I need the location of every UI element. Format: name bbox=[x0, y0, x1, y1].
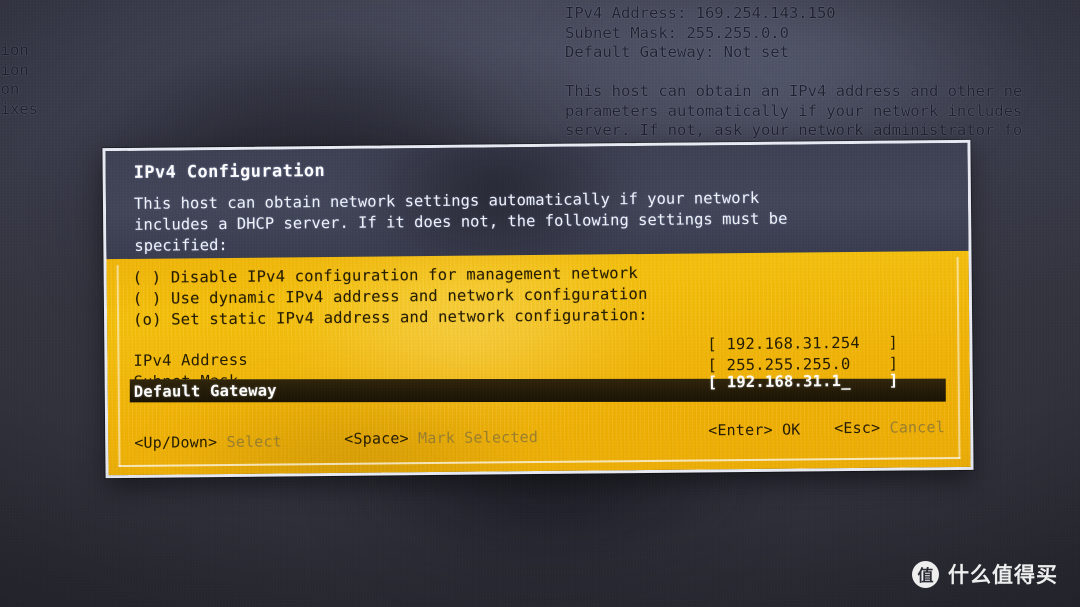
monitor-screenshot: 1) ation ation tion ffixes IPv4 Address:… bbox=[0, 0, 1080, 607]
body-inner-border-right bbox=[956, 256, 961, 459]
dialog-body-panel: ( ) Disable IPv4 configuration for manag… bbox=[106, 250, 971, 476]
hint-space-mark-selected: <Space> Mark Selected bbox=[344, 428, 539, 448]
field-label-ipv4-address: IPv4 Address bbox=[133, 350, 248, 370]
field-value-default-gateway[interactable]: [ 192.168.31.1_ ] bbox=[708, 372, 899, 392]
dialog-title: IPv4 Configuration bbox=[133, 161, 326, 183]
field-label-default-gateway: Default Gateway bbox=[133, 381, 277, 401]
background-text-right: IPv4 Address: 169.254.143.150 Subnet Mask… bbox=[565, 4, 1023, 159]
watermark: 值 什么值得买 bbox=[912, 559, 1058, 589]
hint-enter-ok[interactable]: <Enter> OK bbox=[708, 420, 800, 439]
background-text-left: 1) ation ation tion ffixes bbox=[0, 2, 38, 118]
watermark-text: 什么值得买 bbox=[948, 563, 1058, 587]
ipv4-configuration-dialog: IPv4 Configuration This host can obtain … bbox=[102, 139, 974, 479]
field-value-ipv4-address[interactable]: [ 192.168.31.254 ] bbox=[707, 334, 898, 354]
dialog-header-panel: IPv4 Configuration This host can obtain … bbox=[105, 142, 969, 260]
hint-up-down-select: <Up/Down> Select bbox=[134, 432, 283, 452]
hint-esc-cancel[interactable]: <Esc> Cancel bbox=[834, 418, 945, 437]
dialog-description: This host can obtain network settings au… bbox=[133, 188, 788, 255]
watermark-logo-icon: 值 bbox=[912, 560, 939, 588]
